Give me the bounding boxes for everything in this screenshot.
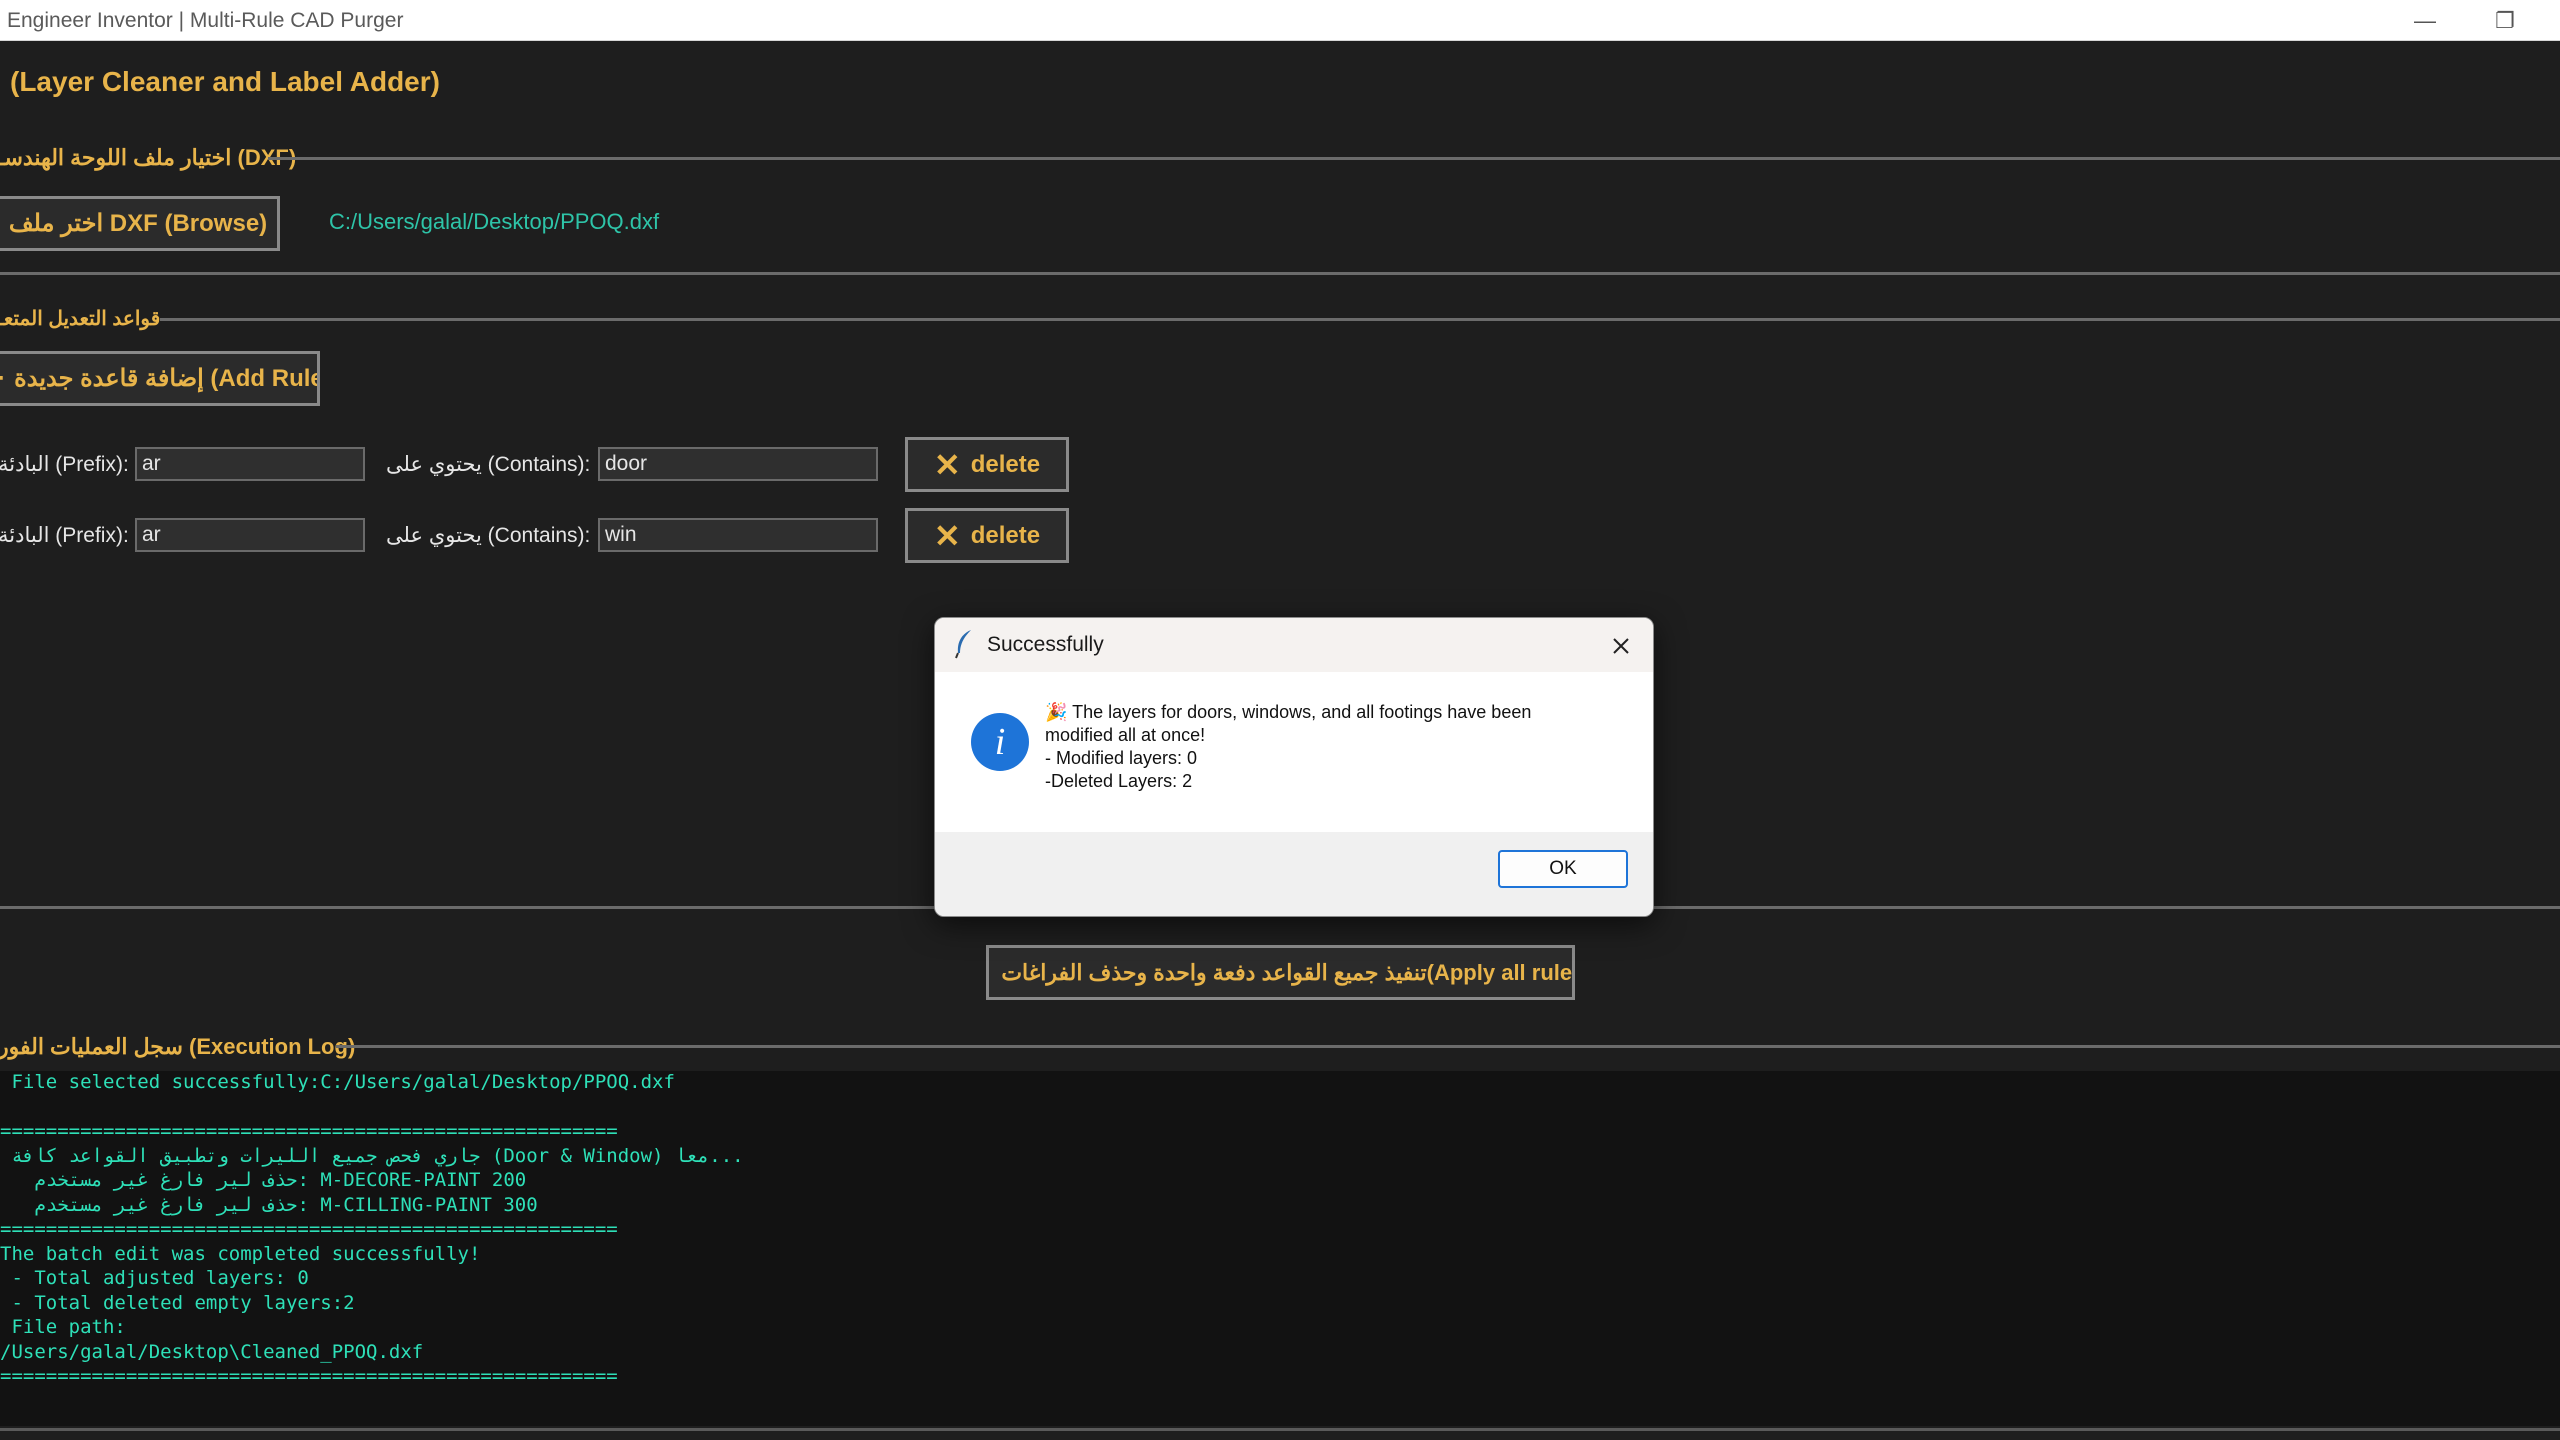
prefix-label: البادئة (Prefix): [0, 524, 129, 547]
prefix-label: البادئة (Prefix): [0, 453, 129, 476]
close-x-icon: ✕ [933, 446, 961, 483]
selected-file-path: C:/Users/galal/Desktop/PPOQ.dxf [329, 209, 660, 234]
prefix-input[interactable] [135, 518, 365, 552]
ok-button[interactable]: OK [1498, 850, 1628, 888]
dialog-title: Successfully [987, 633, 1104, 656]
file-section-bottom-divider [0, 272, 2560, 275]
delete-button-label: delete [970, 521, 1041, 549]
browse-button[interactable]: اختر ملف DXF (Browse) [0, 196, 280, 251]
info-icon: i [971, 713, 1029, 771]
log-line: The batch edit was completed successfull… [0, 1242, 481, 1265]
dialog-body: i 🎉 The layers for doors, windows, and a… [935, 672, 1653, 832]
delete-button-label: delete [970, 450, 1041, 478]
feather-icon [953, 629, 975, 659]
log-line: جاري فحص جميع الليرات وتطبيق القواعد كاف… [0, 1144, 744, 1167]
log-section-legend: سجل العمليات الفور (Execution Log) [0, 1034, 356, 1059]
brush-icon [989, 959, 991, 987]
window-titlebar: Engineer Inventor | Multi-Rule CAD Purge… [0, 0, 2560, 41]
contains-label: يحتوي على (Contains): [386, 453, 591, 476]
add-rule-button[interactable]: + إضافة قاعدة جديدة (Add Rule) [0, 351, 320, 406]
contains-label: يحتوي على (Contains): [386, 524, 591, 547]
prefix-input[interactable] [135, 447, 365, 481]
dialog-message-line: modified all at once! [1045, 725, 1206, 745]
contains-input[interactable] [598, 447, 878, 481]
delete-rule-button[interactable]: ✕ delete [905, 437, 1069, 492]
log-section-divider [336, 1045, 2560, 1048]
window-title: Engineer Inventor | Multi-Rule CAD Purge… [7, 9, 404, 32]
close-x-icon: ✕ [933, 517, 961, 554]
log-line: حذف لير فارغ غير مستخدم: M-CILLING-PAINT… [0, 1193, 538, 1216]
log-line: - Total deleted empty layers:2 [0, 1291, 355, 1314]
browse-button-label: اختر ملف DXF (Browse) [8, 210, 268, 237]
success-dialog: Successfully i 🎉 The layers for doors, w… [934, 617, 1654, 917]
minimize-button[interactable]: — [2390, 0, 2460, 41]
log-line: ========================================… [0, 1218, 618, 1240]
bottom-divider [0, 1428, 2560, 1431]
log-line: File selected successfully:C:/Users/gala… [0, 1071, 675, 1093]
dialog-titlebar: Successfully [935, 618, 1653, 672]
apply-all-rules-button[interactable]: تنفيذ جميع القواعد دفعة واحدة وحذف الفرا… [986, 945, 1575, 1000]
file-section-legend: اختيار ملف اللوحة الهندسـ (DXF) [0, 145, 297, 170]
log-line: File path: [0, 1316, 126, 1338]
rules-section-legend: قواعد التعديل المتعـ [0, 308, 161, 330]
restore-button[interactable]: ❐ [2470, 0, 2540, 41]
delete-rule-button[interactable]: ✕ delete [905, 508, 1069, 563]
app-heading: (Layer Cleaner and Label Adder) [10, 66, 440, 97]
add-rule-button-label: إضافة قاعدة جديدة (Add Rule) [14, 365, 320, 392]
dialog-message-line: -Deleted Layers: 2 [1045, 771, 1193, 791]
dialog-close-button[interactable] [1599, 624, 1643, 668]
rules-section-divider [160, 318, 2560, 321]
file-section-divider [268, 157, 2560, 160]
apply-button-label: تنفيذ جميع القواعد دفعة واحدة وحذف الفرا… [1001, 959, 1573, 985]
dialog-footer: OK [935, 832, 1653, 916]
log-line: ========================================… [0, 1120, 618, 1142]
plus-icon: + [0, 359, 4, 398]
close-icon [1613, 638, 1629, 654]
dialog-message-line: - Modified layers: 0 [1045, 748, 1198, 768]
dialog-message-line: 🎉 The layers for doors, windows, and all… [1045, 702, 1532, 722]
execution-log[interactable]: File selected successfully:C:/Users/gala… [0, 1071, 2560, 1426]
log-line: /Users/galal/Desktop\Cleaned_PPOQ.dxf [0, 1340, 424, 1363]
restore-icon: ❐ [2495, 7, 2515, 33]
log-line: - Total adjusted layers: 0 [0, 1267, 309, 1289]
minimize-icon: — [2414, 7, 2436, 33]
contains-input[interactable] [598, 518, 878, 552]
log-line: حذف لير فارغ غير مستخدم: M-DECORE-PAINT … [0, 1169, 527, 1191]
log-line: ========================================… [0, 1365, 618, 1387]
